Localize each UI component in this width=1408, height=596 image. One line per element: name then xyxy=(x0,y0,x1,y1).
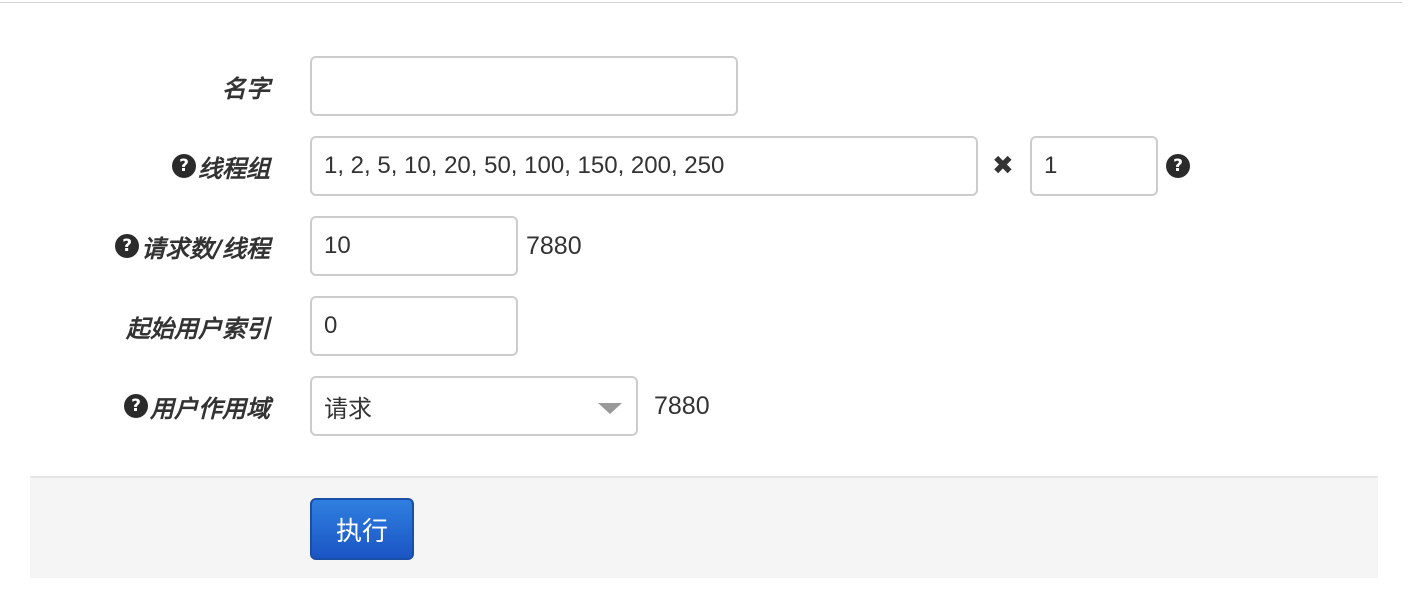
start-user-index-label-text: 起始用户索引 xyxy=(126,314,270,343)
name-label: 名字 xyxy=(222,56,270,116)
requests-total: 7880 xyxy=(526,231,582,260)
user-scope-label: ? 用户作用域 xyxy=(124,376,270,436)
thread-groups-label: ? 线程组 xyxy=(172,136,270,196)
name-input[interactable] xyxy=(310,56,738,116)
top-divider xyxy=(0,2,1402,3)
user-scope-select[interactable]: 请求 xyxy=(310,376,638,436)
requests-per-thread-label-text: 请求数/线程 xyxy=(141,234,270,263)
user-scope-label-text: 用户作用域 xyxy=(150,394,270,423)
requests-per-thread-row: ? 请求数/线程 7880 xyxy=(0,216,1408,276)
question-circle-icon[interactable]: ? xyxy=(124,394,148,418)
question-circle-icon[interactable]: ? xyxy=(172,154,196,178)
run-button[interactable]: 执行 xyxy=(310,498,414,560)
requests-per-thread-label: ? 请求数/线程 xyxy=(115,216,270,276)
name-row: 名字 xyxy=(0,56,1408,116)
start-user-index-label: 起始用户索引 xyxy=(126,296,270,356)
thread-multiplier-input[interactable] xyxy=(1030,136,1158,196)
question-circle-icon[interactable]: ? xyxy=(1166,154,1190,178)
caret-down-icon xyxy=(598,403,622,414)
question-circle-icon[interactable]: ? xyxy=(115,234,140,258)
requests-per-thread-input[interactable] xyxy=(310,216,518,276)
multiplier-help: ? xyxy=(1166,136,1192,196)
user-scope-row: ? 用户作用域 请求 7880 xyxy=(0,376,1408,436)
name-label-text: 名字 xyxy=(222,74,270,103)
start-user-index-input[interactable] xyxy=(310,296,518,356)
form-actions: 执行 xyxy=(30,476,1378,578)
thread-groups-input[interactable] xyxy=(310,136,978,196)
start-user-index-row: 起始用户索引 xyxy=(0,296,1408,356)
user-scope-total: 7880 xyxy=(654,391,710,420)
thread-groups-label-text: 线程组 xyxy=(198,154,270,183)
times-icon: ✖ xyxy=(992,151,1014,181)
thread-groups-row: ? 线程组 ✖ ? xyxy=(0,136,1408,196)
user-scope-selected: 请求 xyxy=(324,394,372,423)
